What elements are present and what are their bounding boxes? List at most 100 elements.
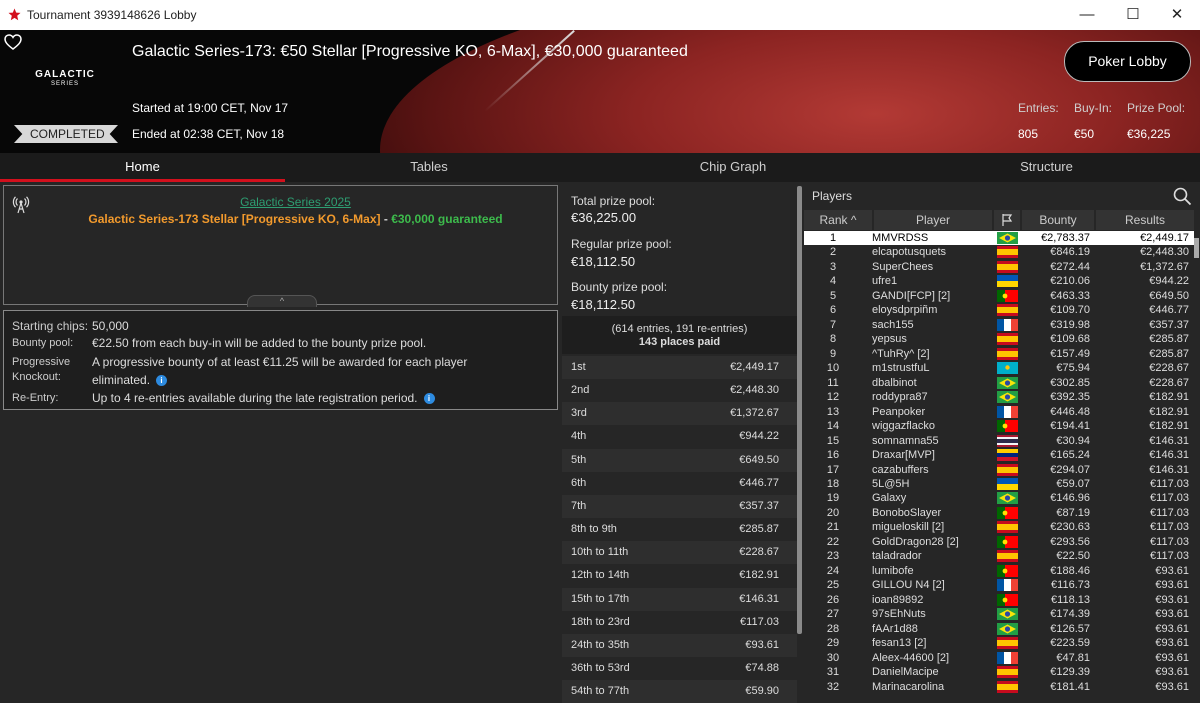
- country-flag-icon: [997, 651, 1018, 664]
- payout-row: 10th to 11th €228.67: [562, 541, 797, 565]
- player-name: cazabuffers: [872, 463, 929, 476]
- ended-time: Ended at 02:38 CET, Nov 18: [132, 127, 285, 141]
- payout-row: 6th €446.77: [562, 472, 797, 495]
- player-row[interactable]: 21 migueloskill [2] €230.63 €117.03: [804, 520, 1194, 534]
- player-rank: 12: [826, 391, 840, 404]
- player-row[interactable]: 12 roddypra87 €392.35 €182.91: [804, 390, 1194, 404]
- player-bounty: €59.07: [1056, 477, 1090, 490]
- player-row[interactable]: 10 m1strustfuL €75.94 €228.67: [804, 361, 1194, 375]
- reentry-label: Re-Entry:: [12, 392, 59, 404]
- pko-label-1: Progressive: [12, 356, 71, 368]
- player-row[interactable]: 20 BonoboSlayer €87.19 €117.03: [804, 506, 1194, 520]
- entries-summary: (614 entries, 191 re-entries) 143 places…: [562, 316, 797, 354]
- tab-tables[interactable]: Tables: [285, 153, 573, 182]
- player-row[interactable]: 17 cazabuffers €294.07 €146.31: [804, 463, 1194, 477]
- player-row[interactable]: 13 Peanpoker €446.48 €182.91: [804, 405, 1194, 419]
- col-player-header[interactable]: Player: [874, 210, 992, 230]
- player-row[interactable]: 15 somnamna55 €30.94 €146.31: [804, 434, 1194, 448]
- minimize-button[interactable]: —: [1064, 0, 1110, 30]
- player-rank: 29: [826, 637, 840, 650]
- payout-place: 5th: [571, 453, 587, 466]
- player-row[interactable]: 3 SuperChees €272.44 €1,372.67: [804, 260, 1194, 274]
- player-row[interactable]: 9 ^TuhRy^ [2] €157.49 €285.87: [804, 347, 1194, 361]
- player-result: €357.37: [1149, 318, 1189, 331]
- player-row[interactable]: 32 Marinacarolina €181.41 €93.61: [804, 680, 1194, 694]
- player-row[interactable]: 31 DanielMacipe €129.39 €93.61: [804, 665, 1194, 679]
- player-row[interactable]: 24 lumibofe €188.46 €93.61: [804, 564, 1194, 578]
- player-name: Marinacarolina: [872, 680, 945, 693]
- player-bounty: €2,783.37: [1041, 232, 1090, 244]
- player-result: €2,449.17: [1140, 232, 1189, 244]
- player-result: €93.61: [1155, 666, 1189, 679]
- player-result: €446.77: [1149, 304, 1189, 317]
- total-prize-label: Total prize pool:: [571, 194, 656, 208]
- player-row[interactable]: 27 97sEhNuts €174.39 €93.61: [804, 607, 1194, 621]
- player-result: €93.61: [1155, 680, 1189, 693]
- payout-place: 15th to 17th: [571, 592, 630, 605]
- player-row[interactable]: 4 ufre1 €210.06 €944.22: [804, 274, 1194, 288]
- maximize-button[interactable]: ☐: [1110, 0, 1156, 30]
- player-bounty: €181.41: [1050, 680, 1090, 693]
- payout-amount: €357.37: [739, 499, 779, 512]
- player-name: m1strustfuL: [872, 362, 930, 375]
- player-row[interactable]: 11 dbalbinot €302.85 €228.67: [804, 376, 1194, 390]
- player-rank: 20: [826, 506, 840, 519]
- player-row[interactable]: 7 sach155 €319.98 €357.37: [804, 318, 1194, 332]
- close-button[interactable]: ✕: [1154, 0, 1200, 30]
- favorite-heart-icon[interactable]: [4, 34, 22, 50]
- player-row[interactable]: 8 yepsus €109.68 €285.87: [804, 332, 1194, 346]
- player-row[interactable]: 30 Aleex-44600 [2] €47.81 €93.61: [804, 651, 1194, 665]
- player-row[interactable]: 16 Draxar[MVP] €165.24 €146.31: [804, 448, 1194, 462]
- player-bounty: €109.68: [1050, 333, 1090, 346]
- player-row[interactable]: 25 GILLOU N4 [2] €116.73 €93.61: [804, 578, 1194, 592]
- pko-value-2: eliminated.: [92, 373, 151, 387]
- player-row[interactable]: 29 fesan13 [2] €223.59 €93.61: [804, 636, 1194, 650]
- tab-chip-graph[interactable]: Chip Graph: [573, 153, 893, 182]
- payout-scroll-thumb[interactable]: [797, 186, 802, 634]
- player-result: €2,448.30: [1140, 246, 1189, 259]
- players-scrollbar[interactable]: [1194, 234, 1199, 696]
- player-row[interactable]: 19 Galaxy €146.96 €117.03: [804, 491, 1194, 505]
- player-row[interactable]: 14 wiggazflacko €194.41 €182.91: [804, 419, 1194, 433]
- col-rank-header[interactable]: Rank ^: [804, 210, 872, 230]
- payout-place: 4th: [571, 430, 587, 443]
- player-row[interactable]: 22 GoldDragon28 [2] €293.56 €117.03: [804, 535, 1194, 549]
- player-row[interactable]: 26 ioan89892 €118.13 €93.61: [804, 593, 1194, 607]
- info-icon[interactable]: i: [423, 393, 435, 404]
- info-icon[interactable]: i: [156, 375, 168, 386]
- player-row[interactable]: 23 taladrador €22.50 €117.03: [804, 549, 1194, 563]
- collapse-toggle[interactable]: ^: [247, 295, 317, 307]
- player-row[interactable]: 1 MMVRDSS €2,783.37 €2,449.17: [804, 231, 1194, 246]
- player-bounty: €194.41: [1050, 420, 1090, 433]
- player-row[interactable]: 5 GANDI[FCP] [2] €463.33 €649.50: [804, 289, 1194, 303]
- poker-lobby-button[interactable]: Poker Lobby: [1064, 41, 1191, 82]
- country-flag-icon: [997, 391, 1018, 404]
- player-result: €93.61: [1155, 651, 1189, 664]
- player-rank: 18: [826, 477, 840, 490]
- tab-bar: Home Tables Chip Graph Structure: [0, 153, 1200, 182]
- tab-home[interactable]: Home: [0, 153, 285, 182]
- col-bounty-header[interactable]: Bounty: [1022, 210, 1094, 230]
- series-link[interactable]: Galactic Series 2025: [4, 195, 587, 209]
- player-name: wiggazflacko: [872, 420, 935, 433]
- player-rank: 10: [826, 362, 840, 375]
- player-bounty: €846.19: [1050, 246, 1090, 259]
- player-row[interactable]: 2 elcapotusquets €846.19 €2,448.30: [804, 245, 1194, 259]
- player-row[interactable]: 28 fAAr1d88 €126.57 €93.61: [804, 622, 1194, 636]
- regular-prize-value: €18,112.50: [571, 254, 636, 269]
- players-scroll-thumb[interactable]: [1194, 238, 1199, 258]
- tab-structure[interactable]: Structure: [893, 153, 1200, 182]
- col-results-header[interactable]: Results: [1096, 210, 1194, 230]
- player-row[interactable]: 6 eloysdprpiñm €109.70 €446.77: [804, 303, 1194, 317]
- payout-row: 54th to 77th €59.90: [562, 680, 797, 703]
- col-flag-header[interactable]: [994, 210, 1020, 230]
- player-row[interactable]: 18 5L@5H €59.07 €117.03: [804, 477, 1194, 491]
- reentry-value-line: Up to 4 re-entries available during the …: [92, 391, 435, 405]
- payout-amount: €74.88: [745, 661, 779, 674]
- player-rank: 27: [826, 608, 840, 621]
- player-name: yepsus: [872, 333, 907, 346]
- payout-scrollbar[interactable]: [797, 182, 802, 696]
- search-icon[interactable]: [1172, 186, 1192, 206]
- player-name: MMVRDSS: [872, 232, 929, 244]
- player-bounty: €223.59: [1050, 637, 1090, 650]
